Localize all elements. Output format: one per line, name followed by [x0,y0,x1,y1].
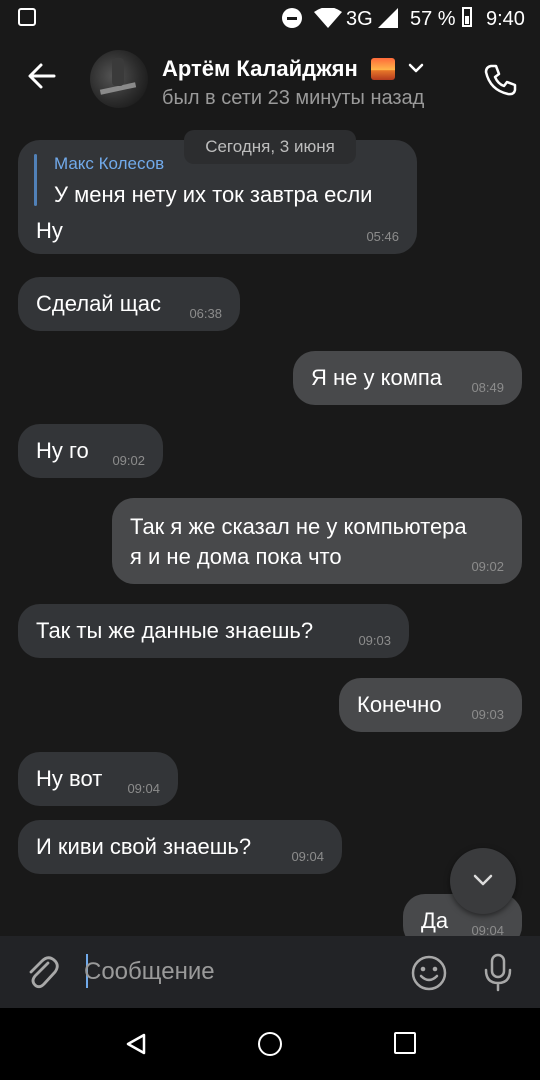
attach-icon[interactable] [24,954,60,992]
message-time: 09:04 [471,923,504,936]
message-time: 09:02 [112,453,145,468]
contact-name[interactable]: Артём Калайджян [162,56,358,82]
system-nav-bar [0,1008,540,1080]
last-seen-status: был в сети 23 минуты назад [162,87,425,109]
mic-icon[interactable] [480,952,516,992]
message-text-line: Так я же сказал не у компьютера [130,514,467,539]
nav-home-icon[interactable] [258,1032,282,1056]
message-time: 09:04 [291,849,324,864]
back-icon[interactable] [22,56,62,96]
wifi-icon [314,8,342,28]
message-input[interactable] [84,954,384,990]
dnd-icon [282,8,302,28]
message-composer [0,936,540,1008]
message-text: Сделай щас [36,291,162,316]
chevron-down-icon[interactable] [406,60,426,76]
message-time: 06:38 [189,306,222,321]
message-text: Да [421,908,449,933]
reply-quote-bar [34,154,37,206]
network-type: 3G [346,8,373,30]
message-time: 09:03 [358,633,391,648]
battery-percent: 57 % [410,8,456,30]
sunset-icon [371,58,395,80]
avatar[interactable] [90,50,148,108]
message-bubble[interactable]: Ну го 09:02 [18,424,163,478]
message-text-line: я и не дома пока что [130,544,342,569]
signal-icon [378,8,398,28]
message-bubble[interactable]: Так я же сказал не у компьютера я и не д… [112,498,522,584]
emoji-icon[interactable] [410,954,448,992]
battery-icon [462,7,472,27]
reply-text: У меня нету их ток завтра если [54,182,373,207]
message-time: 08:49 [471,380,504,395]
message-text: Я не у компа [311,365,442,390]
message-text: И киви свой знаешь? [36,834,252,859]
message-time: 09:02 [471,559,504,574]
message-bubble[interactable]: И киви свой знаешь? 09:04 [18,820,342,874]
message-bubble[interactable]: Так ты же данные знаешь? 09:03 [18,604,409,658]
status-bar: 3G 57 % 9:40 [0,0,540,36]
message-time: 05:46 [366,229,399,244]
message-bubble[interactable]: Конечно 09:03 [339,678,522,732]
call-icon[interactable] [480,60,520,100]
scroll-down-button[interactable] [450,848,516,914]
message-bubble[interactable]: Сделай щас 06:38 [18,277,240,331]
message-time: 09:04 [127,781,160,796]
message-text: Ну [36,218,63,243]
chevron-down-icon [473,874,493,886]
date-separator: Сегодня, 3 июня [184,130,356,164]
reply-author[interactable]: Макс Колесов [54,154,164,174]
message-text: Ну го [36,438,89,463]
message-text: Ну вот [36,766,103,791]
message-text: Конечно [357,692,442,717]
message-list[interactable]: Макс Колесов У меня нету их ток завтра е… [0,126,540,936]
message-bubble[interactable]: Я не у компа 08:49 [293,351,522,405]
clock: 9:40 [486,8,525,30]
chat-header: Артём Калайджян был в сети 23 минуты наз… [0,36,540,126]
message-text: Так ты же данные знаешь? [36,618,314,643]
nav-recents-icon[interactable] [394,1032,416,1054]
message-time: 09:03 [471,707,504,722]
gallery-icon [18,8,36,26]
message-bubble[interactable]: Ну вот 09:04 [18,752,178,806]
nav-back-icon[interactable] [124,1032,148,1056]
